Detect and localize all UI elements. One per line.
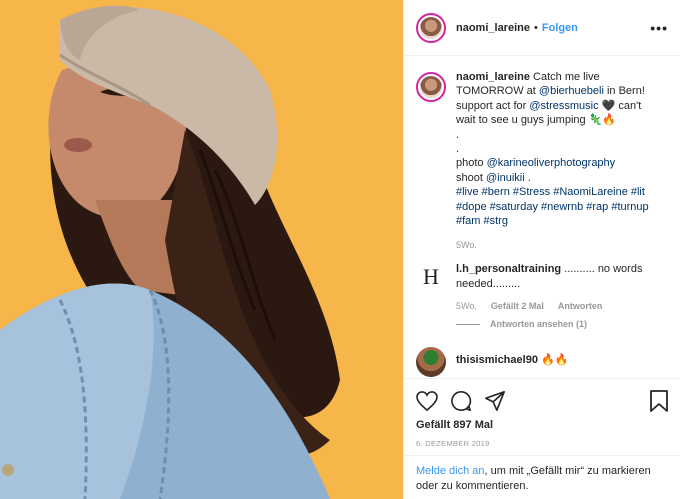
separator-dot: • — [533, 21, 538, 34]
mention-link[interactable]: @stressmusic — [529, 100, 598, 112]
hashtags[interactable]: #live #bern #Stress #NaomiLareine #lit #… — [456, 186, 649, 227]
bookmark-icon[interactable] — [650, 390, 668, 412]
login-link[interactable]: Melde dich an — [416, 465, 485, 477]
comment-text: l.h_personaltraining .......... no words… — [456, 262, 661, 291]
action-icons — [416, 385, 668, 417]
post-photo[interactable] — [0, 0, 403, 499]
caption-text: naomi_lareine Catch me live TOMORROW at … — [456, 70, 661, 228]
author-username[interactable]: naomi_lareine — [456, 22, 530, 34]
caption-text-part: . — [524, 171, 531, 184]
comment-row: H l.h_personaltraining .......... no wor… — [416, 262, 668, 329]
commenter-username[interactable]: l.h_personaltraining — [456, 263, 561, 275]
post-header: naomi_lareine • Folgen ••• — [404, 0, 680, 56]
comment-body: 🔥🔥 — [537, 354, 569, 367]
login-prompt: Melde dich an, um mit „Gefällt mir“ zu m… — [404, 455, 680, 493]
comment-meta: 5Wo. Gefällt 2 Mal Antworten — [456, 301, 666, 311]
comments-section[interactable]: naomi_lareine Catch me live TOMORROW at … — [404, 56, 680, 378]
more-options-icon[interactable]: ••• — [650, 20, 668, 36]
caption-dot: . — [456, 128, 460, 141]
reply-button[interactable]: Antworten — [558, 301, 603, 311]
caption-username[interactable]: naomi_lareine — [456, 71, 530, 83]
commenter-avatar[interactable]: H — [416, 262, 446, 292]
view-replies-label: Antworten ansehen (1) — [490, 319, 588, 330]
mention-link[interactable]: @karineoliverphotography — [487, 157, 616, 169]
commenter-username[interactable]: thisismichael90 — [456, 354, 538, 366]
caption-text-part: shoot — [456, 171, 486, 184]
view-replies-button[interactable]: Antworten ansehen (1) — [456, 319, 666, 329]
commenter-avatar[interactable] — [416, 347, 446, 378]
caption-text-part: photo — [456, 157, 487, 170]
replies-line — [456, 323, 480, 325]
author-avatar[interactable] — [416, 12, 446, 43]
like-count[interactable]: Gefällt 897 Mal — [416, 419, 668, 431]
post-date[interactable]: 6. DEZEMBER 2019 — [416, 439, 668, 448]
comment-likes[interactable]: Gefällt 2 Mal — [491, 301, 544, 311]
share-icon[interactable] — [484, 390, 506, 412]
comment-icon[interactable] — [450, 390, 472, 412]
heart-icon[interactable] — [416, 391, 438, 411]
portrait-image — [0, 0, 403, 499]
comment-text: thisismichael90 🔥🔥 — [456, 353, 661, 367]
caption-comment: naomi_lareine Catch me live TOMORROW at … — [416, 70, 668, 250]
comment-row: thisismichael90 🔥🔥 — [416, 347, 668, 378]
caption-time[interactable]: 5Wo. — [456, 240, 666, 250]
caption-avatar[interactable] — [416, 72, 446, 102]
post-sidebar: naomi_lareine • Folgen ••• naomi_lareine… — [403, 0, 680, 499]
mention-link[interactable]: @inuikii — [486, 172, 525, 184]
comment-time[interactable]: 5Wo. — [456, 301, 477, 311]
instagram-post: naomi_lareine • Folgen ••• naomi_lareine… — [0, 0, 680, 499]
mention-link[interactable]: @bierhuebeli — [539, 85, 604, 97]
follow-button[interactable]: Folgen — [542, 22, 578, 34]
caption-dot: . — [456, 143, 460, 156]
